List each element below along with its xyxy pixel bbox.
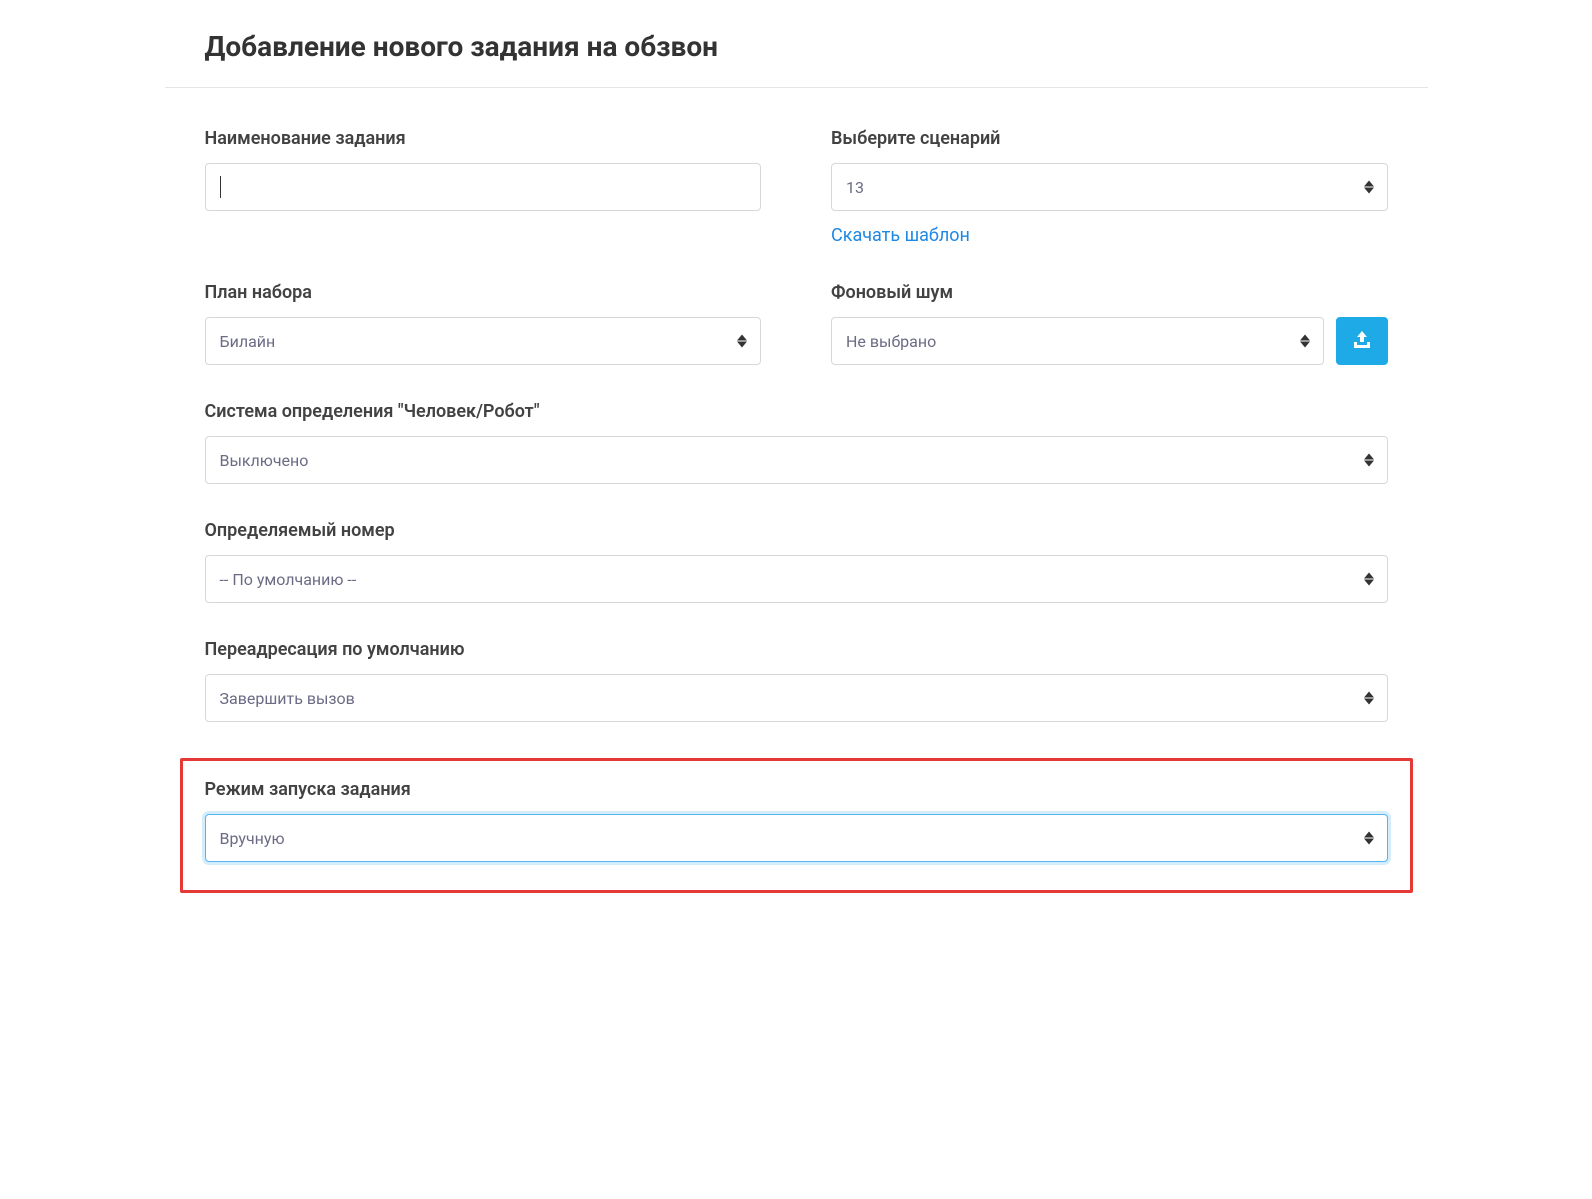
dial-plan-label: План набора — [205, 282, 762, 303]
scenario-select[interactable]: 13 — [831, 163, 1388, 211]
default-redirect-value: Завершить вызов — [220, 689, 355, 708]
launch-mode-label: Режим запуска задания — [205, 779, 1388, 800]
task-name-input[interactable] — [205, 163, 762, 211]
detection-system-label: Система определения "Человек/Робот" — [205, 401, 1388, 422]
scenario-label: Выберите сценарий — [831, 128, 1388, 149]
background-noise-label: Фоновый шум — [831, 282, 1388, 303]
launch-mode-value: Вручную — [220, 829, 285, 848]
upload-noise-button[interactable] — [1336, 317, 1388, 365]
text-cursor — [220, 176, 221, 198]
detection-system-value: Выключено — [220, 451, 309, 470]
caller-id-select[interactable]: -- По умолчанию -- — [205, 555, 1388, 603]
background-noise-value: Не выбрано — [846, 332, 936, 351]
dial-plan-value: Билайн — [220, 332, 276, 351]
background-noise-select[interactable]: Не выбрано — [831, 317, 1324, 365]
highlighted-section: Режим запуска задания Вручную — [180, 758, 1413, 893]
upload-icon — [1352, 331, 1372, 352]
dial-plan-select[interactable]: Билайн — [205, 317, 762, 365]
caller-id-label: Определяемый номер — [205, 520, 1388, 541]
page-title: Добавление нового задания на обзвон — [205, 30, 1428, 63]
task-name-label: Наименование задания — [205, 128, 762, 149]
download-template-link[interactable]: Скачать шаблон — [831, 225, 970, 246]
detection-system-select[interactable]: Выключено — [205, 436, 1388, 484]
default-redirect-label: Переадресация по умолчанию — [205, 639, 1388, 660]
scenario-value: 13 — [846, 178, 864, 197]
caller-id-value: -- По умолчанию -- — [220, 570, 357, 589]
default-redirect-select[interactable]: Завершить вызов — [205, 674, 1388, 722]
launch-mode-select[interactable]: Вручную — [205, 814, 1388, 862]
